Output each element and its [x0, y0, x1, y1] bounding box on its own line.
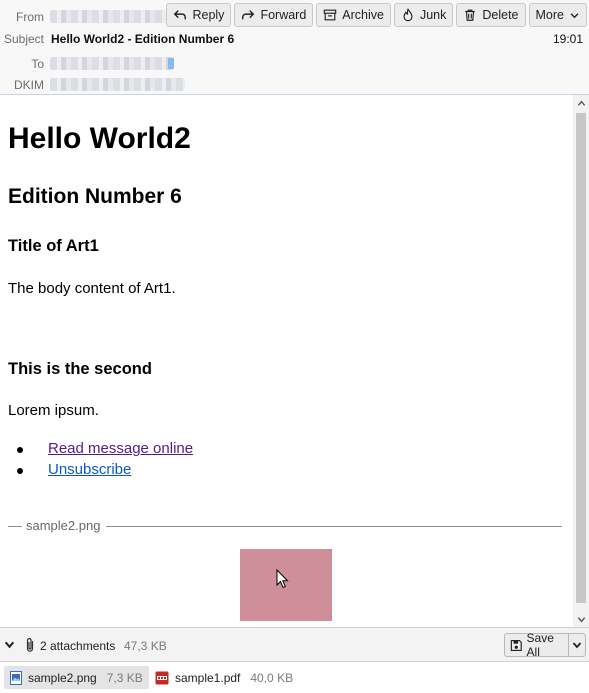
dkim-label: DKIM: [14, 78, 44, 92]
unsubscribe-link[interactable]: Unsubscribe: [48, 461, 131, 478]
chevron-down-icon: [573, 642, 582, 649]
image-file-icon: [10, 670, 22, 685]
article1-body: The body content of Art1.: [8, 280, 176, 297]
scroll-down-arrow[interactable]: [573, 611, 589, 627]
archive-label: Archive: [342, 8, 384, 22]
more-button[interactable]: More: [528, 3, 587, 27]
subject-text: Hello World2 - Edition Number 6: [51, 32, 235, 46]
attachment-total-size: 47,3 KB: [124, 639, 167, 653]
message-time: 19:01: [552, 32, 583, 46]
save-all-label: Save All: [526, 631, 554, 659]
inline-attachment-name: sample2.png: [24, 518, 103, 533]
article1-title: Title of Art1: [8, 237, 99, 255]
article2-body: Lorem ipsum.: [8, 402, 99, 419]
paperclip-icon: [26, 637, 34, 652]
message-header: From Subject Hello World2 - Edition Numb…: [0, 0, 589, 95]
from-value-redacted[interactable]: [50, 10, 174, 23]
newsletter-title: Hello World2: [8, 122, 191, 155]
chevron-down-icon[interactable]: [4, 639, 15, 650]
attachment-count[interactable]: 2 attachments: [40, 639, 115, 653]
archive-icon: [324, 9, 337, 21]
edition-heading: Edition Number 6: [8, 185, 182, 208]
from-label: From: [16, 10, 44, 24]
archive-button[interactable]: Archive: [316, 3, 391, 27]
attachment-bar: 2 attachments 47,3 KB Save All: [0, 627, 589, 662]
scrollbar-thumb[interactable]: [576, 113, 586, 603]
chevron-up-icon: [577, 100, 585, 106]
message-toolbar: Reply Forward Archive Junk Delete More: [166, 3, 589, 27]
attachment-size: 40,0 KB: [250, 670, 294, 685]
to-value-redacted[interactable]: [50, 57, 174, 70]
reply-icon: [174, 10, 187, 20]
save-all-main[interactable]: Save All: [505, 631, 570, 659]
attachment-list: sample2.png 7,3 KB sample1.pdf 40,0 KB: [0, 662, 589, 693]
list-item: Read message online: [16, 440, 193, 461]
save-disk-icon: [510, 639, 522, 651]
chevron-down-icon: [570, 12, 579, 18]
save-all-button[interactable]: Save All: [504, 631, 586, 659]
junk-fire-icon: [403, 8, 413, 22]
attachment-size: 7,3 KB: [106, 670, 143, 685]
list-item: Unsubscribe: [16, 461, 193, 482]
chevron-down-icon: [577, 616, 585, 622]
reply-button[interactable]: Reply: [166, 3, 232, 27]
attachment-item[interactable]: sample1.pdf 40,0 KB: [149, 666, 299, 689]
inline-attachment-divider: sample2.png: [8, 516, 562, 536]
forward-icon: [242, 10, 255, 20]
message-body[interactable]: Hello World2 Edition Number 6 Title of A…: [0, 95, 573, 627]
mouse-cursor-icon: [276, 569, 289, 589]
save-all-dropdown[interactable]: [569, 634, 585, 656]
inline-image-thumbnail[interactable]: [240, 549, 332, 621]
forward-button[interactable]: Forward: [234, 3, 314, 27]
pdf-file-icon: [155, 671, 169, 684]
attachment-name: sample1.pdf: [175, 670, 241, 685]
read-online-link[interactable]: Read message online: [48, 440, 193, 457]
junk-button[interactable]: Junk: [393, 3, 454, 27]
delete-button[interactable]: Delete: [456, 3, 526, 27]
forward-label: Forward: [260, 8, 307, 22]
to-label: To: [31, 57, 44, 71]
article2-title: This is the second: [8, 360, 152, 378]
attachment-item[interactable]: sample2.png 7,3 KB: [4, 666, 149, 689]
reply-label: Reply: [192, 8, 225, 22]
divider-line-left: [8, 526, 22, 527]
attachment-name: sample2.png: [28, 670, 97, 685]
trash-icon: [465, 9, 476, 21]
subject-label: Subject: [3, 32, 44, 46]
scroll-up-arrow[interactable]: [573, 95, 589, 111]
footer-links: Read message online Unsubscribe: [16, 440, 193, 482]
delete-label: Delete: [482, 8, 519, 22]
junk-label: Junk: [419, 8, 447, 22]
more-label: More: [535, 8, 564, 22]
divider-line-right: [106, 526, 562, 527]
vertical-scrollbar[interactable]: [573, 95, 589, 627]
dkim-value-redacted[interactable]: [50, 78, 185, 91]
